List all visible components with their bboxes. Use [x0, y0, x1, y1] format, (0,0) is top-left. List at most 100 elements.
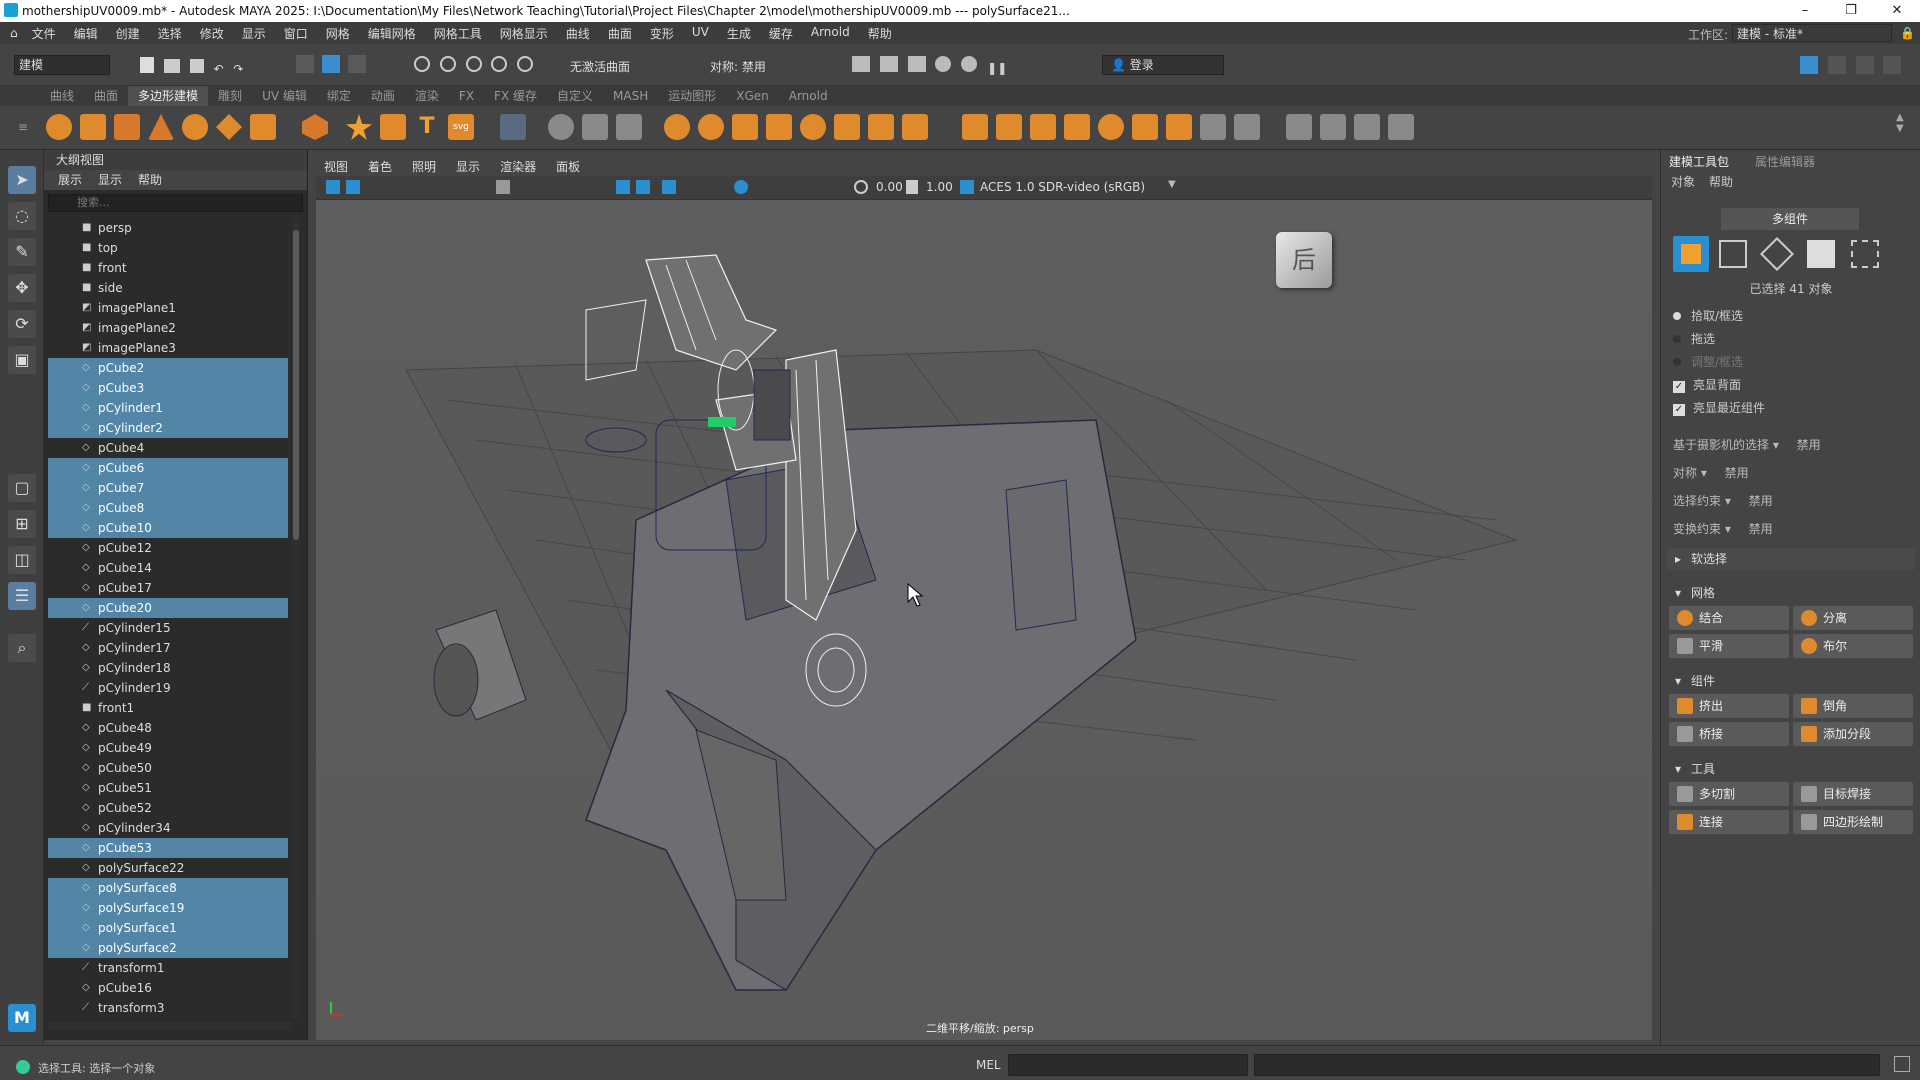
shelf-tab[interactable]: 雕刻 [208, 86, 252, 106]
snap-surface-icon[interactable] [517, 56, 534, 72]
transform-constraint-setting[interactable]: 变换约束 ▾ 禁用 [1673, 520, 1773, 537]
outliner-item[interactable]: ■ front1 [48, 698, 288, 718]
color-space-dropdown[interactable]: ACES 1.0 SDR-video (sRGB) [980, 178, 1190, 196]
viewport-menu-item[interactable]: 着色 [368, 158, 392, 175]
quad-draw-button[interactable]: 四边形绘制 [1793, 810, 1913, 834]
outliner-item[interactable]: ◇ pCylinder18 [48, 658, 288, 678]
shelf-tab[interactable]: FX 缓存 [484, 86, 547, 106]
combine-shelf-icon[interactable] [664, 114, 690, 140]
pause-icon[interactable]: ❚❚ [987, 61, 1007, 75]
outliner-item[interactable]: ◇ polySurface1 [48, 918, 288, 938]
textured-icon[interactable] [662, 180, 676, 194]
menu-item[interactable]: 变形 [650, 25, 674, 42]
outliner-item[interactable]: ◇ pCube52 [48, 798, 288, 818]
outliner-item[interactable]: ◇ pCube14 [48, 558, 288, 578]
new-scene-icon[interactable] [140, 57, 154, 73]
attribute-editor-toggle-icon[interactable] [1827, 56, 1846, 74]
bevel-button[interactable]: 倒角 [1793, 694, 1913, 718]
smooth-shade-icon[interactable] [636, 180, 650, 194]
shelf-tab[interactable]: 绑定 [317, 86, 361, 106]
boolean-union-icon[interactable] [766, 114, 792, 140]
viewport-menu-item[interactable]: 视图 [324, 158, 348, 175]
outliner-item[interactable]: ◇ pCube49 [48, 738, 288, 758]
uv-mode-icon[interactable] [1851, 240, 1879, 268]
outliner-layout-icon[interactable]: ☰ [8, 582, 36, 610]
menu-item[interactable]: 网格 [326, 25, 350, 42]
target-weld-button[interactable]: 目标焊接 [1793, 782, 1913, 806]
gamma-icon[interactable] [906, 180, 918, 194]
extrude-button[interactable]: 挤出 [1669, 694, 1789, 718]
outliner-item[interactable]: ◇ pCylinder17 [48, 638, 288, 658]
outliner-item[interactable]: ◇ pCube17 [48, 578, 288, 598]
outliner-item[interactable]: ■ top [48, 238, 288, 258]
measure-icon[interactable] [548, 114, 574, 140]
poly-plane-icon[interactable] [216, 114, 242, 140]
menu-item[interactable]: 网格显示 [500, 25, 548, 42]
move-tool-icon[interactable]: ✥ [8, 274, 36, 302]
select-hierarchy-icon[interactable] [296, 55, 314, 73]
outliner-item[interactable]: ◇ polySurface2 [48, 938, 288, 958]
add-divisions-button[interactable]: 添加分段 [1793, 722, 1913, 746]
mesh-display-icon[interactable] [500, 114, 526, 140]
select-camera-icon[interactable] [326, 180, 340, 194]
menu-item[interactable]: 生成 [727, 25, 751, 42]
snap-grid-icon[interactable] [414, 56, 430, 72]
outliner-item[interactable]: ⟋ pCylinder19 [48, 678, 288, 698]
outliner-menu-item[interactable]: 展示 [58, 170, 82, 190]
bridge-button[interactable]: 桥接 [1669, 722, 1789, 746]
menu-item[interactable]: 显示 [242, 25, 266, 42]
outliner-item[interactable]: ◇ polySurface22 [48, 858, 288, 878]
outliner-scroll-thumb[interactable] [293, 230, 299, 540]
poly-sphere-icon[interactable] [46, 114, 72, 140]
render-current-frame-icon[interactable] [879, 56, 898, 72]
append-polygon-icon[interactable] [1064, 114, 1090, 140]
menu-item[interactable]: 选择 [158, 25, 182, 42]
platonic-solid-icon[interactable] [302, 114, 328, 140]
separate-button[interactable]: 分离 [1793, 606, 1913, 630]
outliner-item[interactable]: ◇ pCylinder1 [48, 398, 288, 418]
menu-item[interactable]: 帮助 [868, 25, 892, 42]
outliner-item[interactable]: ◇ pCube12 [48, 538, 288, 558]
svg-tool-icon[interactable]: svg [448, 114, 474, 140]
mirror-geometry-icon[interactable] [868, 114, 894, 140]
camera-based-selection[interactable]: 基于摄影机的选择 ▾ 禁用 [1673, 436, 1821, 453]
outliner-menu-item[interactable]: 帮助 [138, 170, 162, 190]
shelf-tab[interactable]: 动画 [361, 86, 405, 106]
shelf-scroll-icon[interactable]: ▲ ▼ [1896, 112, 1904, 134]
gamma-value[interactable]: 1.00 [926, 180, 953, 194]
outliner-search-input[interactable]: 搜索... [48, 194, 303, 212]
circularize-icon[interactable] [1200, 114, 1226, 140]
symmetry-status[interactable]: 对称: 禁用 [710, 58, 766, 75]
outliner-item[interactable]: ◇ pCube20 [48, 598, 288, 618]
center-pivot-icon[interactable] [616, 114, 642, 140]
color-management-icon[interactable] [960, 180, 974, 194]
viewport-menu-item[interactable]: 渲染器 [500, 158, 536, 175]
exposure-value[interactable]: 0.00 [876, 180, 903, 194]
script-editor-icon[interactable] [1894, 1056, 1910, 1072]
isolate-select-icon[interactable] [734, 180, 748, 194]
outliner-item[interactable]: ■ front [48, 258, 288, 278]
scale-tool-icon[interactable]: ▣ [8, 346, 36, 374]
tool-settings-toggle-icon[interactable] [1855, 56, 1874, 74]
minimize-button[interactable]: – [1782, 0, 1828, 22]
outliner-item[interactable]: ◩ imagePlane1 [48, 298, 288, 318]
outliner-item[interactable]: ⟋ transform3 [48, 998, 288, 1018]
vertex-mode-icon[interactable] [1719, 240, 1747, 268]
offset-edge-icon[interactable] [1166, 114, 1192, 140]
snap-view-plane-icon[interactable] [491, 56, 508, 72]
bridge-shelf-icon[interactable] [996, 114, 1022, 140]
viewport-menu-item[interactable]: 照明 [412, 158, 436, 175]
outliner-item[interactable]: ◇ pCylinder34 [48, 818, 288, 838]
shelf-tab[interactable]: XGen [726, 86, 779, 106]
rotate-tool-icon[interactable]: ⟳ [8, 310, 36, 338]
outliner-item[interactable]: ■ side [48, 278, 288, 298]
menu-item[interactable]: 网格工具 [434, 25, 482, 42]
soft-select-section[interactable]: ▸ 软选择 [1667, 548, 1915, 570]
outliner-item[interactable]: ◇ pCube6 [48, 458, 288, 478]
checkbox-icon[interactable]: ✓ [1673, 404, 1685, 416]
outliner-item[interactable]: ◇ pCube50 [48, 758, 288, 778]
shelf-tab[interactable]: 多边形建模 [128, 86, 209, 106]
render-settings-icon[interactable] [935, 56, 952, 72]
grid-toggle-icon[interactable] [496, 180, 510, 194]
smooth-button[interactable]: 平滑 [1669, 634, 1789, 658]
